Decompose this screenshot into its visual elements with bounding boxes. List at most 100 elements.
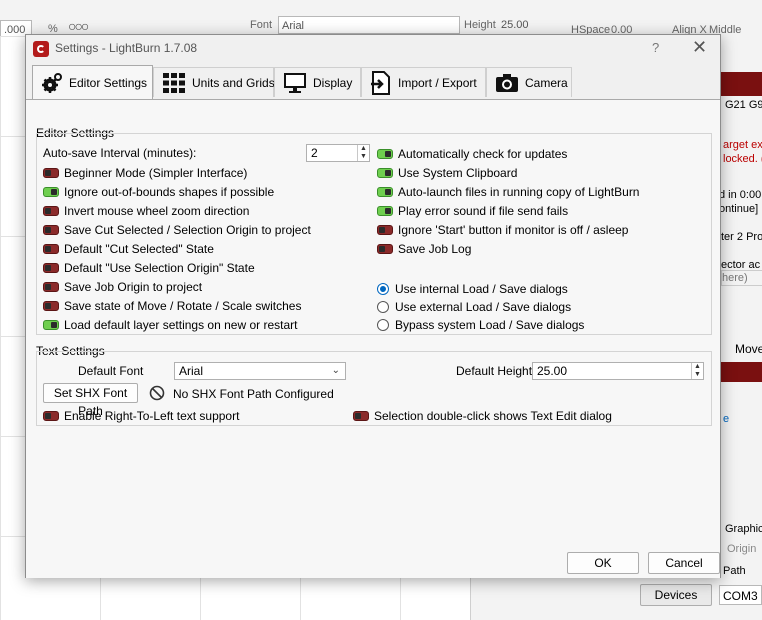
devices-button[interactable]: Devices <box>640 584 712 606</box>
ok-button[interactable]: OK <box>567 552 639 574</box>
console-input[interactable]: here) <box>721 270 762 286</box>
option-label: Auto-launch files in running copy of Lig… <box>398 185 640 199</box>
camera-icon <box>496 73 518 92</box>
close-icon[interactable]: ✕ <box>692 37 707 58</box>
option-label: Default "Use Selection Origin" State <box>64 261 255 275</box>
toggle-switch-icon <box>377 149 393 159</box>
toggle-switch-icon <box>43 206 59 216</box>
toggle-switch-icon <box>377 244 393 254</box>
toggle-switch-icon <box>377 168 393 178</box>
height-field[interactable]: 25.00 <box>498 16 556 34</box>
origin-label: Origin <box>727 543 757 555</box>
shx-status-text: No SHX Font Path Configured <box>173 387 334 401</box>
grid-icon <box>163 72 185 93</box>
option-label: Save state of Move / Rotate / Scale swit… <box>64 299 302 313</box>
option-label: Use external Load / Save dialogs <box>395 300 572 314</box>
settings-tabs: Editor Settings Units and Grids Display … <box>26 65 720 99</box>
option-label: Load default layer settings on new or re… <box>64 318 298 332</box>
editor-option-toggle[interactable]: Auto-launch files in running copy of Lig… <box>377 184 639 200</box>
console-line: ontinue] <box>719 203 759 215</box>
set-shx-font-path-button[interactable]: Set SHX Font Path <box>43 383 138 418</box>
tab-camera[interactable]: Camera <box>486 67 572 97</box>
lightburn-logo-icon <box>33 41 49 57</box>
editor-option-toggle[interactable]: Save Cut Selected / Selection Origin to … <box>43 222 311 238</box>
load-save-dialog-radio[interactable]: Bypass system Load / Save dialogs <box>377 317 584 333</box>
tab-label: Camera <box>525 75 568 90</box>
tab-import-export[interactable]: Import / Export <box>361 67 486 97</box>
autosave-value: 2 <box>311 146 318 160</box>
circles-icon[interactable]: ○○○ <box>68 18 89 34</box>
monitor-icon <box>284 72 306 93</box>
load-save-dialog-radio[interactable]: Use external Load / Save dialogs <box>377 299 571 315</box>
path-label: Path <box>723 565 746 577</box>
toggle-switch-icon <box>43 301 59 311</box>
toggle-switch-icon <box>353 411 369 421</box>
default-height-label: Default Height <box>456 364 533 378</box>
dialog-titlebar[interactable]: Settings - LightBurn 1.7.08 ? ✕ <box>26 35 720 63</box>
tab-display[interactable]: Display <box>274 67 361 97</box>
panel-link[interactable]: e <box>723 412 729 426</box>
rtl-toggle[interactable]: Enable Right-To-Left text support <box>43 408 239 424</box>
red-banner <box>719 72 762 96</box>
option-label: Save Job Origin to project <box>64 280 203 294</box>
console-line: d in 0:00 <box>719 189 762 201</box>
radio-button-icon <box>377 283 389 295</box>
toggle-switch-icon <box>43 263 59 273</box>
editor-option-toggle[interactable]: Play error sound if file send fails <box>377 203 568 219</box>
font-combo[interactable]: Arial <box>278 16 460 34</box>
tab-editor-settings[interactable]: Editor Settings <box>32 65 153 99</box>
no-entry-icon <box>149 385 165 401</box>
editor-option-toggle[interactable]: Save Job Origin to project <box>43 279 202 295</box>
editor-option-toggle[interactable]: Save Job Log <box>377 241 471 257</box>
tab-label: Display <box>313 75 353 90</box>
option-label: Save Cut Selected / Selection Origin to … <box>64 223 311 237</box>
option-label: Default "Cut Selected" State <box>64 242 214 256</box>
default-font-combo[interactable]: Arial ⌄ <box>174 362 346 380</box>
option-label: Beginner Mode (Simpler Interface) <box>64 166 248 180</box>
editor-option-toggle[interactable]: Use System Clipboard <box>377 165 517 181</box>
default-height-value: 25.00 <box>537 364 568 378</box>
editor-option-toggle[interactable]: Invert mouse wheel zoom direction <box>43 203 249 219</box>
help-icon[interactable]: ? <box>652 40 659 55</box>
red-banner <box>719 362 762 382</box>
radio-button-icon <box>377 319 389 331</box>
option-label: Ignore out-of-bounds shapes if possible <box>64 185 275 199</box>
editor-option-toggle[interactable]: Default "Cut Selected" State <box>43 241 214 257</box>
autosave-spinbox[interactable]: 2 ▲ ▼ <box>306 144 370 162</box>
editor-option-toggle[interactable]: Ignore 'Start' button if monitor is off … <box>377 222 628 238</box>
spin-arrows-icon[interactable]: ▲ ▼ <box>357 145 369 161</box>
default-font-label: Default Font <box>78 364 144 378</box>
toggle-switch-icon <box>43 282 59 292</box>
tab-label: Units and Grids <box>192 75 275 90</box>
editor-option-toggle[interactable]: Automatically check for updates <box>377 146 567 162</box>
settings-dialog: Settings - LightBurn 1.7.08 ? ✕ Editor S… <box>25 34 721 578</box>
default-height-spinbox[interactable]: 25.00 ▲ ▼ <box>532 362 704 380</box>
editor-option-toggle[interactable]: Beginner Mode (Simpler Interface) <box>43 165 247 181</box>
console-line: G21 G90 <box>725 99 762 111</box>
editor-option-toggle[interactable]: Load default layer settings on new or re… <box>43 317 297 333</box>
cancel-button[interactable]: Cancel <box>648 552 720 574</box>
toggle-switch-icon <box>43 320 59 330</box>
port-combo[interactable]: COM3 <box>719 585 762 605</box>
option-label: Save Job Log <box>398 242 472 256</box>
toggle-switch-icon <box>377 187 393 197</box>
toggle-switch-icon <box>43 168 59 178</box>
toggle-switch-icon <box>43 225 59 235</box>
option-label: Ignore 'Start' button if monitor is off … <box>398 223 629 237</box>
height-label: Height <box>464 19 496 31</box>
dblclick-toggle[interactable]: Selection double-click shows Text Edit d… <box>353 408 612 424</box>
load-save-dialog-radio[interactable]: Use internal Load / Save dialogs <box>377 281 568 297</box>
toggle-switch-icon <box>43 187 59 197</box>
main-toolbar: .000 % ○○○ Font Arial Height 25.00 HSpac… <box>0 0 762 38</box>
rtl-label: Enable Right-To-Left text support <box>64 409 240 423</box>
default-font-value: Arial <box>179 364 204 378</box>
spin-arrows-icon[interactable]: ▲ ▼ <box>691 363 703 379</box>
tab-units-and-grids[interactable]: Units and Grids <box>153 67 275 97</box>
dblclick-label: Selection double-click shows Text Edit d… <box>374 409 612 423</box>
chevron-down-icon: ⌄ <box>331 365 340 376</box>
editor-option-toggle[interactable]: Save state of Move / Rotate / Scale swit… <box>43 298 301 314</box>
editor-option-toggle[interactable]: Default "Use Selection Origin" State <box>43 260 255 276</box>
move-button[interactable]: Move <box>735 342 762 356</box>
editor-option-toggle[interactable]: Ignore out-of-bounds shapes if possible <box>43 184 274 200</box>
option-label: Use System Clipboard <box>398 166 518 180</box>
